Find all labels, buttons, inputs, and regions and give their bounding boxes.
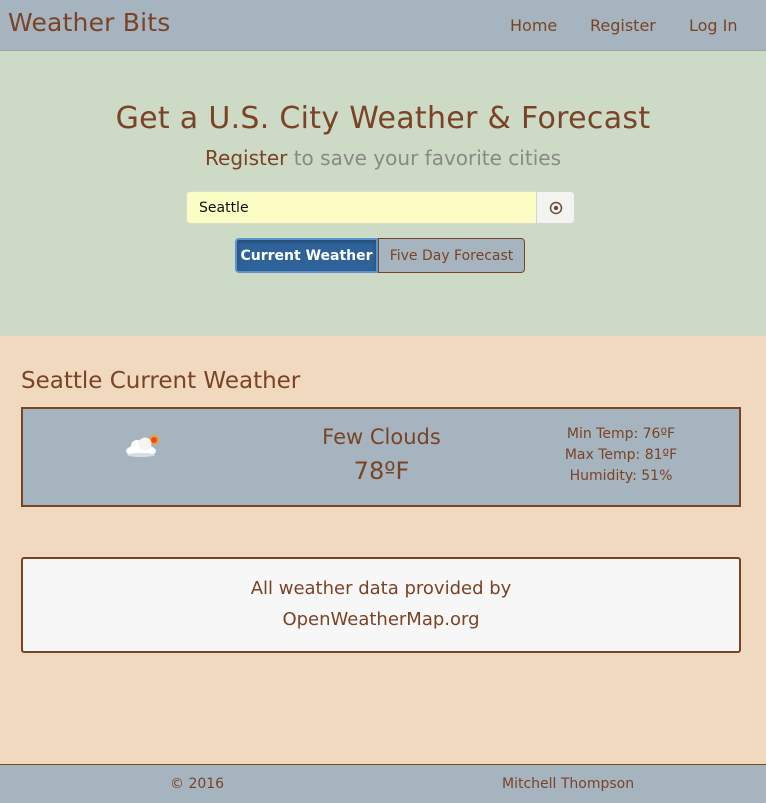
hero-subtitle: Register to save your favorite cities — [0, 146, 766, 170]
min-temp: Min Temp: 76ºF — [566, 426, 676, 442]
navbar: Weather Bits Home Register Log In — [0, 0, 766, 51]
openweathermap-link[interactable]: OpenWeatherMap.org — [23, 604, 739, 635]
author-name: Mitchell Thompson — [502, 776, 635, 792]
current-temperature: 78ºF — [353, 457, 410, 485]
page-title: Get a U.S. City Weather & Forecast — [115, 101, 651, 136]
attribution-box: All weather data provided by OpenWeather… — [21, 557, 741, 653]
register-link[interactable]: Register — [205, 146, 287, 170]
max-temp: Max Temp: 81ºF — [564, 447, 678, 463]
city-search-input[interactable] — [186, 191, 537, 224]
footer: © 2016 Mitchell Thompson — [0, 764, 766, 803]
nav-home-link[interactable]: Home — [510, 16, 557, 35]
current-weather-button[interactable]: Current Weather — [235, 238, 378, 273]
partly-cloudy-icon — [126, 435, 159, 457]
hero-section: Get a U.S. City Weather & Forecast Regis… — [0, 51, 766, 336]
target-icon — [549, 201, 562, 214]
brand-logo[interactable]: Weather Bits — [8, 8, 171, 37]
weather-details: Min Temp: 76ºF Max Temp: 81ºF Humidity: … — [543, 424, 699, 487]
humidity: Humidity: 51% — [569, 468, 673, 484]
copyright: © 2016 — [170, 776, 225, 792]
locate-button[interactable] — [536, 191, 575, 224]
weather-condition: Few Clouds — [322, 425, 441, 449]
weather-section-title: Seattle Current Weather — [21, 368, 301, 394]
nav-login-link[interactable]: Log In — [689, 16, 738, 35]
subtitle-text: to save your favorite cities — [287, 146, 561, 170]
weather-card: Few Clouds 78ºF Min Temp: 76ºF Max Temp:… — [21, 407, 741, 507]
five-day-forecast-button[interactable]: Five Day Forecast — [378, 238, 525, 273]
nav-register-link[interactable]: Register — [590, 16, 656, 35]
attribution-text: All weather data provided by — [250, 578, 512, 599]
